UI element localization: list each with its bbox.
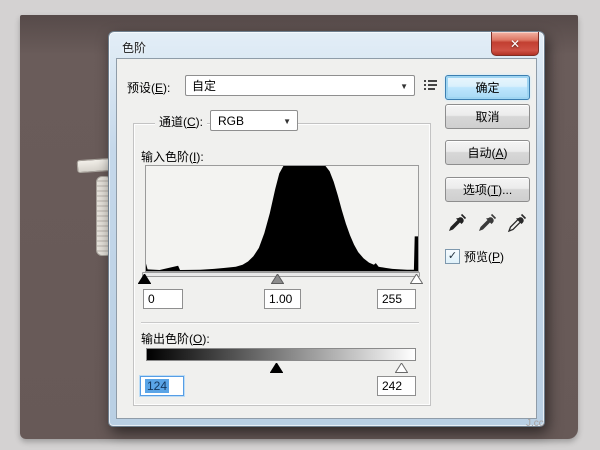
check-icon: ✓: [448, 251, 457, 262]
section-divider: [141, 322, 419, 324]
output-levels-label: 输出色阶(O):: [141, 330, 210, 347]
channel-value: RGB: [218, 114, 244, 128]
dialog-titlebar[interactable]: 色阶 ✕: [109, 32, 544, 59]
gray-point-eyedropper-icon[interactable]: [475, 211, 499, 235]
cancel-button[interactable]: 取消: [445, 104, 530, 129]
input-black-value: 0: [148, 292, 155, 306]
options-button-label: 选项(T)...: [463, 181, 512, 198]
chevron-down-icon: ▼: [400, 82, 408, 91]
auto-button-label: 自动(A): [467, 144, 507, 161]
histogram: [145, 165, 419, 272]
dialog-content: 预设(E): 自定 ▼ 通道(C): RGB ▼ 输入色阶(I):: [116, 58, 537, 419]
close-button[interactable]: ✕: [491, 32, 539, 56]
output-white-field[interactable]: 242: [377, 376, 416, 396]
preview-option[interactable]: ✓ 预览(P): [445, 248, 504, 265]
auto-button[interactable]: 自动(A): [445, 140, 530, 165]
output-black-field[interactable]: 124: [140, 376, 184, 396]
preset-label: 预设(E):: [127, 79, 170, 96]
input-gamma-field[interactable]: 1.00: [264, 289, 301, 309]
input-levels-label: 输入色阶(I):: [141, 148, 204, 165]
input-black-field[interactable]: 0: [143, 289, 183, 309]
preset-menu-icon: [423, 78, 439, 95]
preview-checkbox[interactable]: ✓: [445, 249, 460, 264]
histogram-shape: [146, 166, 418, 271]
output-white-slider[interactable]: [395, 363, 408, 373]
chevron-down-icon: ▼: [283, 117, 291, 126]
options-button[interactable]: 选项(T)...: [445, 177, 530, 202]
output-white-value: 242: [382, 379, 402, 393]
input-white-value: 255: [382, 292, 402, 306]
white-point-eyedropper-icon[interactable]: [505, 211, 529, 235]
output-black-value: 124: [145, 379, 169, 393]
input-black-slider[interactable]: [138, 274, 151, 284]
ok-button[interactable]: 确定: [445, 75, 530, 100]
output-slider-row: [146, 361, 414, 373]
close-icon: ✕: [510, 37, 520, 51]
ok-button-label: 确定: [475, 79, 499, 96]
preset-value: 自定: [192, 77, 216, 94]
input-white-field[interactable]: 255: [377, 289, 416, 309]
dialog-title: 色阶: [122, 39, 146, 56]
cancel-button-label: 取消: [475, 108, 499, 125]
preview-label: 预览(P): [464, 248, 504, 265]
input-slider-row: [142, 272, 420, 284]
input-white-slider[interactable]: [410, 274, 423, 284]
channel-dropdown[interactable]: RGB ▼: [210, 110, 298, 131]
output-gradient-bar: [146, 348, 416, 361]
watermark: J.cc: [526, 418, 544, 429]
preset-menu-button[interactable]: [422, 78, 440, 94]
eyedropper-toolbar: [445, 211, 533, 237]
channel-label: 通道(C):: [155, 113, 207, 130]
levels-dialog: 色阶 ✕ 预设(E): 自定 ▼ 通道(C): RGB ▼ 输入色阶(I): [108, 31, 545, 427]
preset-dropdown[interactable]: 自定 ▼: [185, 75, 415, 96]
input-gamma-value: 1.00: [269, 292, 292, 306]
black-point-eyedropper-icon[interactable]: [445, 211, 469, 235]
output-black-slider[interactable]: [270, 363, 283, 373]
input-gamma-slider[interactable]: [271, 274, 284, 284]
